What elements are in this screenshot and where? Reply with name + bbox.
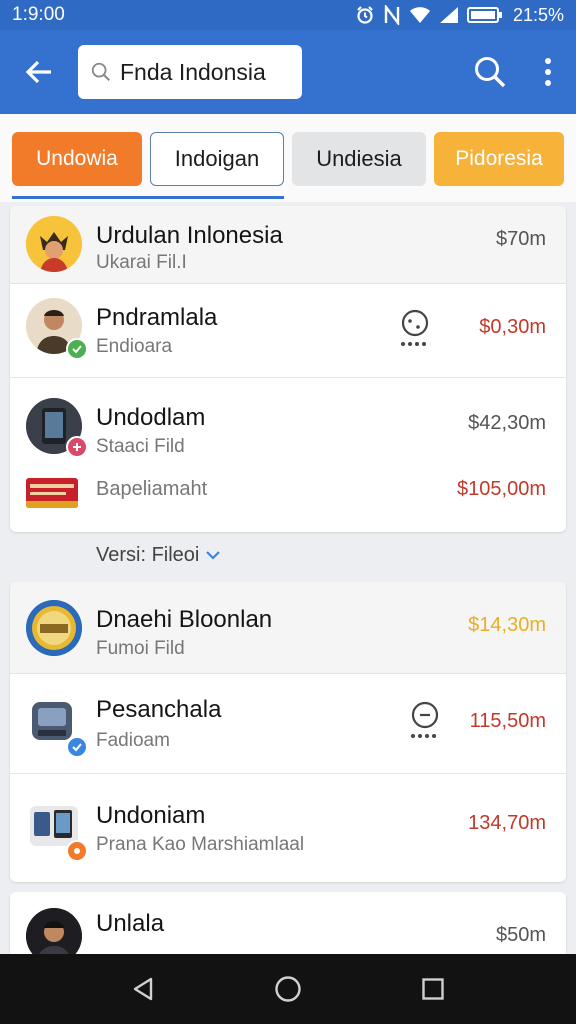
nav-recents-button[interactable] bbox=[403, 959, 463, 1019]
filter-chip-undiesia[interactable]: Undiesia bbox=[292, 132, 426, 186]
filter-link-label: Versi: Fileoi bbox=[96, 543, 200, 566]
item-price: $42,30m bbox=[468, 412, 546, 434]
search-box[interactable] bbox=[78, 45, 302, 99]
item-title: Pndramlala bbox=[96, 304, 218, 331]
list-item[interactable]: Pesanchala Fadioam 115,50m bbox=[10, 674, 566, 774]
nav-home-button[interactable] bbox=[258, 959, 318, 1019]
search-button[interactable] bbox=[460, 30, 520, 114]
battery-icon bbox=[466, 6, 503, 24]
item-title: Dnaehi Bloonlan bbox=[96, 606, 273, 633]
list-item[interactable]: Dnaehi Bloonlan Fumoi Fild $14,30m bbox=[10, 582, 566, 674]
verified-badge bbox=[66, 736, 88, 758]
filter-chips-bar: Undowia Indoigan Undiesia Pidoresia bbox=[0, 114, 576, 202]
nav-back-button[interactable] bbox=[113, 959, 173, 1019]
item-subtitle: Fumoi Fild bbox=[96, 638, 185, 659]
signal-icon bbox=[439, 6, 459, 24]
filter-chip-pidoresia[interactable]: Pidoresia bbox=[434, 132, 564, 186]
avatar bbox=[26, 216, 82, 272]
circle-home-icon bbox=[275, 976, 301, 1002]
alarm-icon bbox=[355, 5, 375, 25]
verified-badge bbox=[66, 338, 88, 360]
search-icon bbox=[91, 62, 110, 81]
results-card-3: Unlala $50m bbox=[10, 892, 566, 962]
item-title: Undoniam bbox=[96, 802, 206, 829]
product-thumbnail bbox=[26, 478, 78, 508]
status-time: 1:9:00 bbox=[12, 4, 65, 25]
item-subtitle: Staaci Fild bbox=[96, 436, 185, 457]
search-icon bbox=[475, 57, 506, 88]
item-price: $14,30m bbox=[468, 614, 546, 636]
more-options-button[interactable] bbox=[520, 30, 576, 114]
item-subtitle: Fadioam bbox=[96, 730, 170, 751]
item-price: 115,50m bbox=[469, 710, 546, 732]
item-title: Urdulan Inlonesia bbox=[96, 222, 283, 249]
status-bar: 1:9:00 21:5% bbox=[0, 0, 576, 30]
check-icon bbox=[72, 743, 82, 752]
item-title: Unlala bbox=[96, 910, 165, 937]
chevron-down-icon bbox=[206, 551, 221, 560]
results-card-1: Urdulan Inlonesia Ukarai Fil.I $70m Pndr… bbox=[10, 206, 566, 532]
results-card-2: Dnaehi Bloonlan Fumoi Fild $14,30m Pesan… bbox=[10, 582, 566, 882]
status-badge bbox=[66, 840, 88, 862]
avatar bbox=[26, 600, 82, 656]
filter-chip-undowia[interactable]: Undowia bbox=[12, 132, 142, 186]
back-button[interactable] bbox=[0, 30, 78, 114]
item-extra-subtitle: Bapeliamaht bbox=[96, 478, 208, 500]
list-item[interactable]: Undodlam Staaci Fild $42,30m Bapeliamaht… bbox=[10, 378, 566, 532]
item-price: 134,70m bbox=[468, 812, 546, 834]
item-subtitle: Endioara bbox=[96, 336, 173, 357]
search-input[interactable] bbox=[120, 58, 290, 86]
list-item[interactable]: Undoniam Prana Kao Marshiamlaal 134,70m bbox=[10, 774, 566, 882]
system-nav-bar bbox=[0, 954, 576, 1024]
circle-icon bbox=[74, 848, 80, 854]
list-item[interactable]: Urdulan Inlonesia Ukarai Fil.I $70m bbox=[10, 206, 566, 284]
square-recents-icon bbox=[422, 978, 445, 1000]
filter-chip-indoigan[interactable]: Indoigan bbox=[150, 132, 284, 186]
item-price: $0,30m bbox=[479, 316, 546, 338]
app-bar bbox=[0, 30, 576, 114]
check-icon bbox=[72, 345, 82, 354]
item-subtitle: Ukarai Fil.I bbox=[96, 252, 187, 273]
version-filter-dropdown[interactable]: Versi: Fileoi bbox=[96, 540, 221, 570]
more-vertical-icon bbox=[545, 58, 551, 86]
item-price: $50m bbox=[495, 924, 546, 946]
list-item[interactable]: Pndramlala Endioara $0,30m bbox=[10, 284, 566, 378]
wifi-icon bbox=[409, 6, 431, 24]
item-extra-price: $105,00m bbox=[457, 478, 546, 500]
item-subtitle: Prana Kao Marshiamlaal bbox=[96, 834, 305, 855]
item-title: Undodlam bbox=[96, 404, 206, 431]
chat-icon[interactable] bbox=[398, 308, 432, 348]
active-tab-indicator bbox=[12, 196, 284, 199]
status-icons: 21:5% bbox=[355, 5, 564, 26]
status-badge bbox=[66, 436, 88, 458]
battery-percent: 21:5% bbox=[512, 4, 564, 25]
item-title: Pesanchala bbox=[96, 696, 222, 723]
chat-icon[interactable] bbox=[408, 700, 442, 740]
triangle-back-icon bbox=[133, 977, 152, 1001]
plus-icon bbox=[73, 443, 81, 451]
item-price: $70m bbox=[495, 228, 546, 250]
arrow-left-icon bbox=[25, 60, 51, 84]
list-item[interactable]: Unlala $50m bbox=[10, 892, 566, 962]
nfc-icon bbox=[383, 5, 401, 25]
